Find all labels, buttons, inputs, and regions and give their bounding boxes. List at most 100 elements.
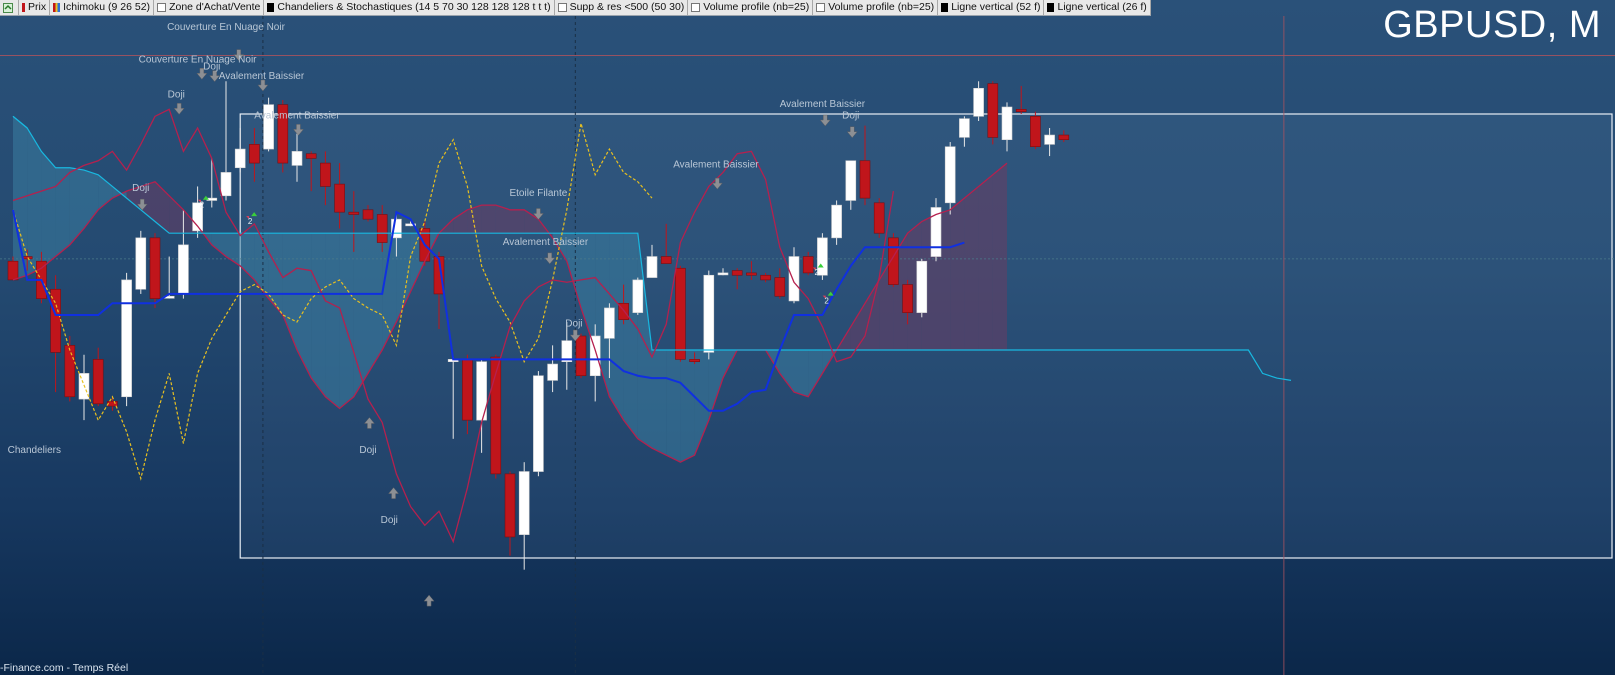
kumo-segment [27,128,42,276]
candle-body [788,256,800,302]
data-source-label: -Finance.com - Temps Réel [0,662,129,674]
candle-body [675,267,686,360]
candle-body [746,272,757,276]
buy-signal-icon [202,195,209,200]
candle-body [376,214,388,243]
candle-body [7,260,19,281]
candle-body [859,160,871,199]
kumo-segment [211,233,226,257]
kumo-segment [510,209,525,234]
toolbar-item-0[interactable]: Prix [19,0,51,15]
candle-body [135,237,147,290]
pattern-label: Avalement Baissier [673,160,759,171]
checkbox-icon [816,3,826,12]
kumo-segment [964,186,979,351]
ichimoku-color-icon [53,3,61,12]
pattern-label: Avalement Baissier [254,111,340,122]
pattern-label: Doji [842,111,859,122]
candle-body [334,183,345,213]
indicator-toolbar: Prix Ichimoku (9 26 52) Zone d'Achat/Vente… [0,0,1151,16]
price-chart[interactable]: Couverture En Nuage Noir Couverture En Nu… [0,0,1615,675]
kumo-segment [325,233,340,409]
checkbox-icon [557,3,567,12]
candle-body [64,345,76,398]
kumo-segment [992,163,1007,351]
color-swatch-icon [1047,3,1055,12]
kumo-segment [666,350,681,463]
kumo-segment [652,350,667,456]
toolbar-item-6[interactable]: Volume profile (nb=25) [813,0,939,15]
toolbar-item-4[interactable]: Supp & res <500 (50 30) [555,0,689,15]
toolbar-nav-button[interactable] [0,0,19,15]
toolbar-item-1[interactable]: Ichimoku (9 26 52) [50,0,155,15]
toolbar-item-label: Ligne vertical (26 f) [1057,1,1147,13]
candle-body [774,277,786,297]
candle-body [348,211,360,215]
candle-body [547,363,558,381]
pattern-label: Etoile Filante [509,188,567,199]
kumo-segment [680,350,695,463]
candle-body [717,272,729,276]
chart-window[interactable]: Couverture En Nuage Noir Couverture En Nu… [0,0,1615,675]
candle-body [731,270,743,276]
signal-count-label: 2 [824,296,829,305]
candle-body [831,204,842,239]
candle-body [845,160,857,201]
candle-body [234,148,246,169]
kumo-segment [339,233,354,409]
candle-body [249,144,260,164]
kumo-segment [481,205,496,234]
candle-body [1044,134,1055,145]
pattern-label: Doji [565,319,582,330]
kumo-segment [55,167,70,257]
toolbar-item-8[interactable]: Ligne vertical (26 f) [1044,0,1151,15]
color-swatch-icon [267,3,275,12]
pattern-label: Avalement Baissier [780,99,866,110]
candle-body [916,260,928,313]
candle-body [604,307,615,339]
candle-body [575,335,587,377]
toolbar-item-5[interactable]: Volume profile (nb=25) [688,0,814,15]
candle-body [760,274,771,281]
prix-color-icon [22,3,25,12]
toolbar-item-label: Supp & res <500 (50 30) [569,1,685,13]
candle-body [533,375,544,472]
toolbar-item-7[interactable]: Ligne vertical (52 f) [938,0,1045,15]
signal-count-label: 2 [814,268,819,277]
toolbar-item-3[interactable]: Chandeliers & Stochastiques (14 5 70 30 … [264,0,555,15]
candle-body [462,359,473,421]
candle-body [902,284,913,313]
candle-body [632,279,644,313]
pattern-label: Doji [168,90,185,101]
candle-body [320,162,331,187]
pattern-label: Couverture En Nuage Noir [167,22,286,33]
toolbar-item-label: Volume profile (nb=25) [828,1,935,13]
pattern-label: Chandeliers [8,445,61,456]
candle-body [1058,134,1070,141]
candle-body [959,118,970,138]
pattern-label: Couverture En Nuage Noir [139,55,258,66]
pattern-label: Doji [381,515,398,526]
candle-body [689,359,700,363]
candle-body [1030,116,1041,148]
pattern-label: Doji [132,183,149,194]
candle-body [660,256,672,264]
candle-body [1001,106,1013,141]
candle-body [802,256,814,274]
color-swatch-icon [941,3,949,12]
refresh-icon [3,2,13,13]
candle-body [504,473,516,538]
candle-body [944,146,956,204]
candle-body [973,87,984,117]
kumo-segment [311,233,326,397]
candle-body [589,335,601,377]
candle-body [149,237,161,299]
kumo-segment [353,233,368,397]
toolbar-item-label: Prix [28,1,47,13]
toolbar-item-label: Ichimoku (9 26 52) [63,1,151,13]
candle-body [50,288,61,353]
candle-body [873,202,885,234]
kumo-segment [794,350,809,397]
toolbar-item-label: Chandeliers & Stochastiques (14 5 70 30 … [277,1,551,13]
toolbar-item-2[interactable]: Zone d'Achat/Vente [154,0,265,15]
